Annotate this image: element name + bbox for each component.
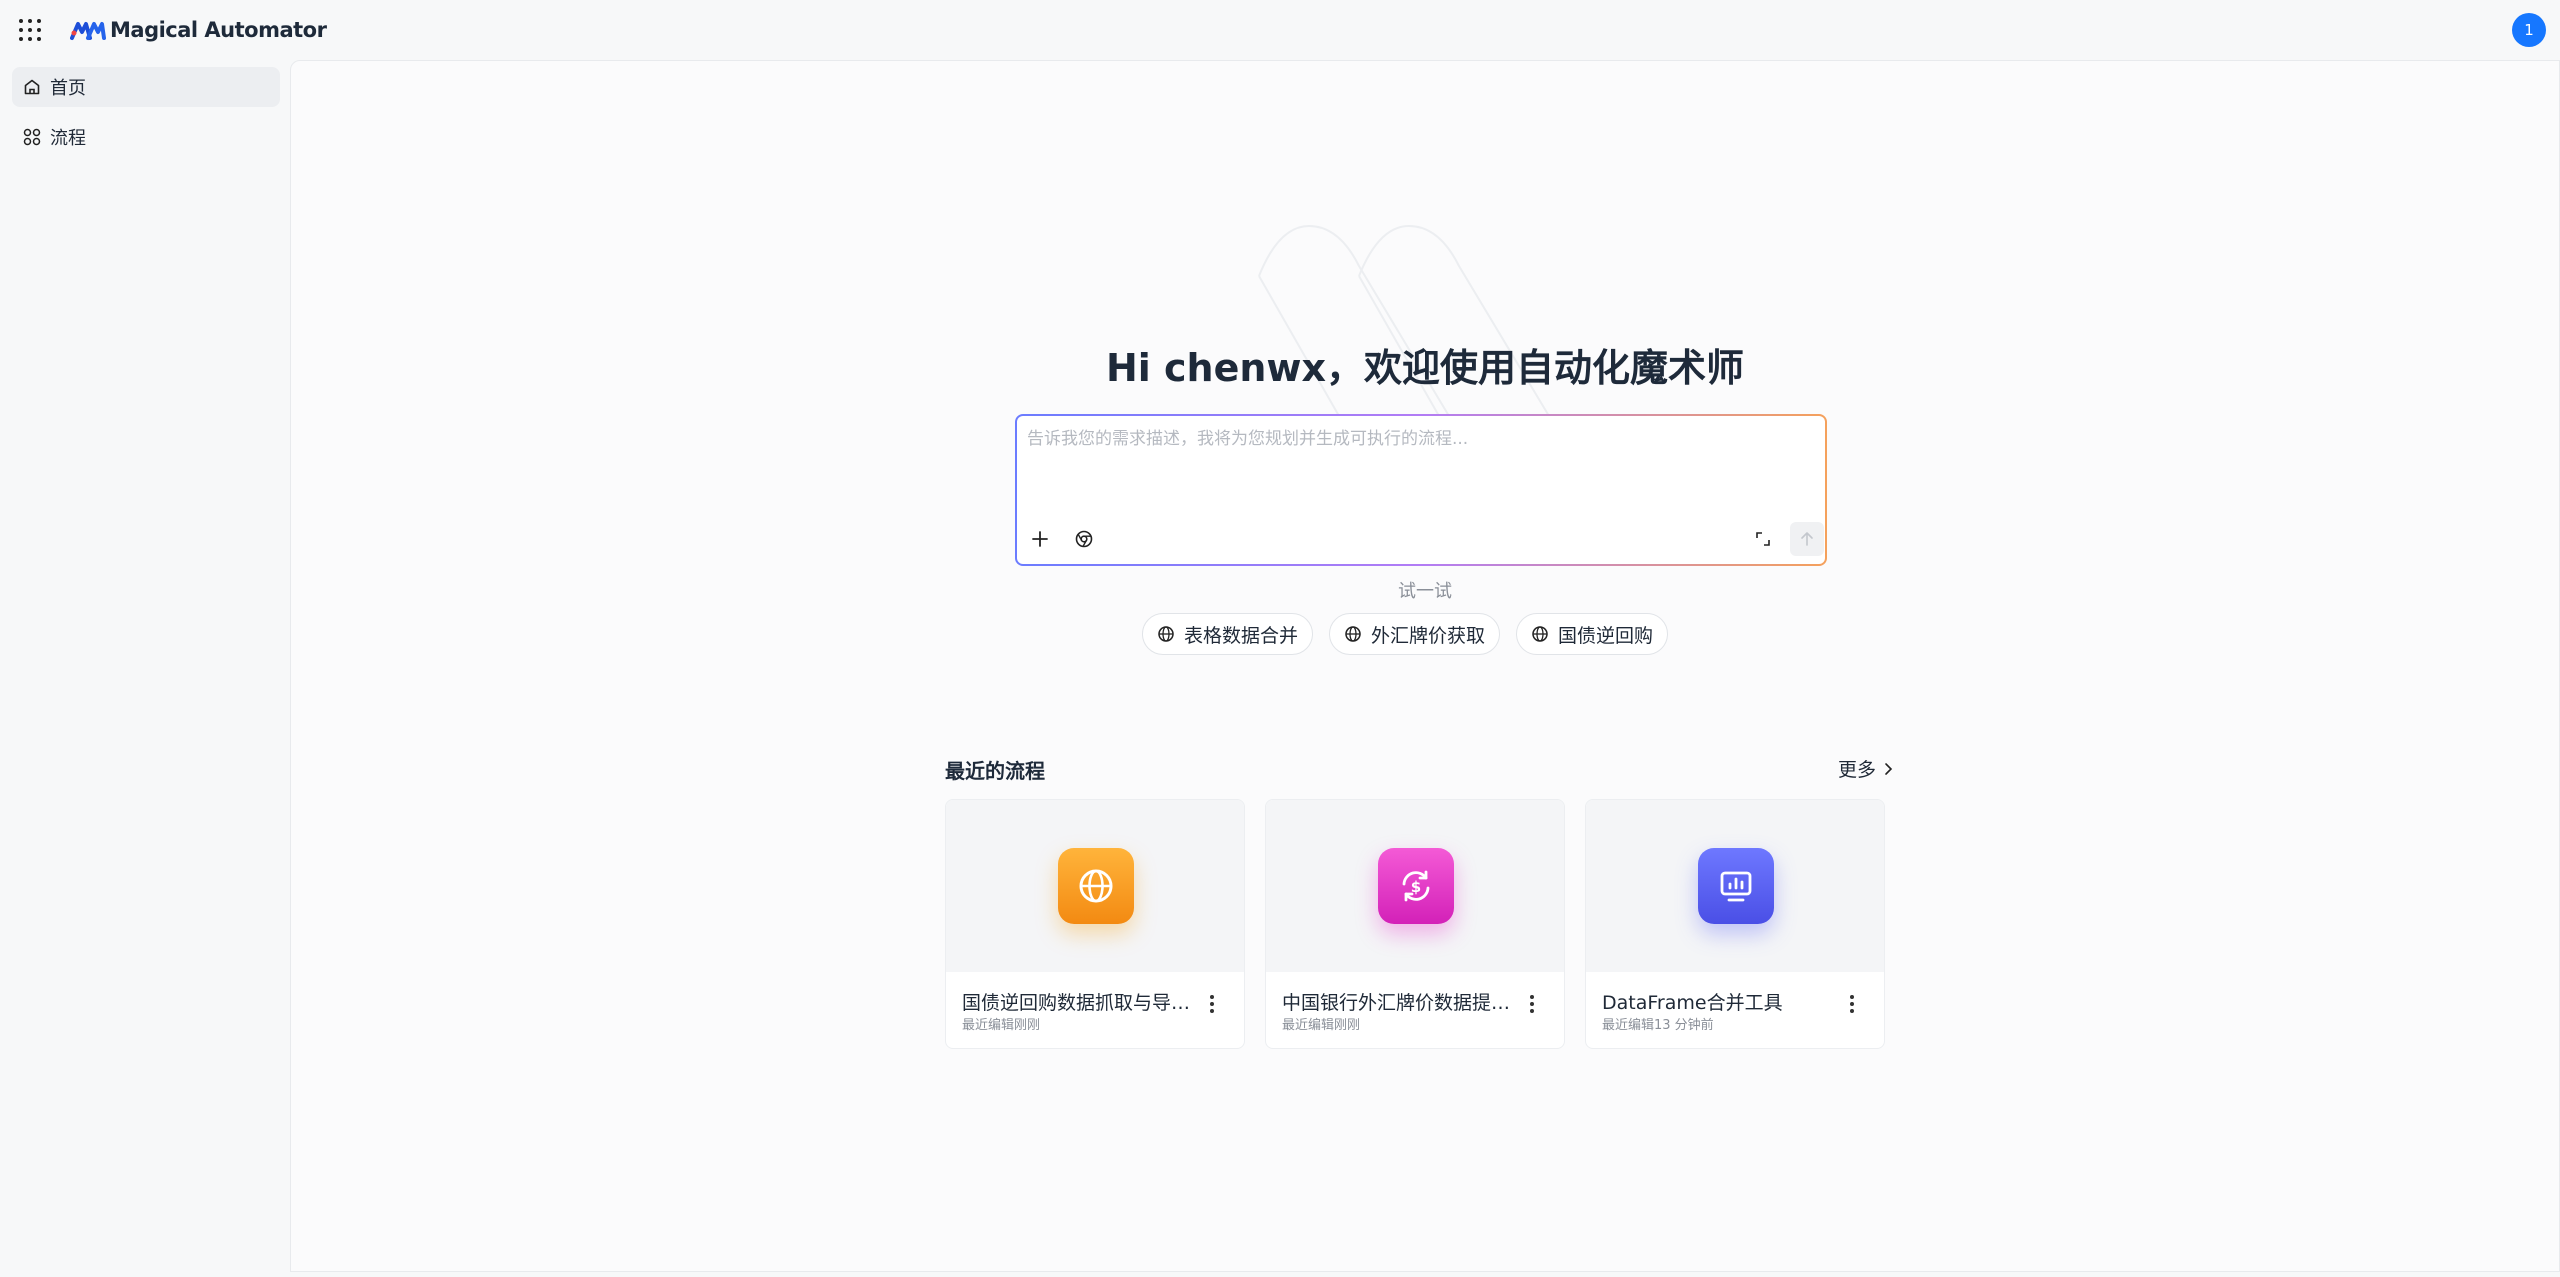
globe-icon (1345, 626, 1361, 642)
card-title: DataFrame合并工具 (1602, 992, 1783, 1014)
expand-button[interactable] (1748, 524, 1778, 554)
suggestion-label: 外汇牌价获取 (1371, 624, 1486, 647)
suggestion-chips: 表格数据合并 外汇牌价获取 国债逆回购 (1142, 613, 1669, 655)
chevron-right-icon (1885, 762, 1893, 775)
card-title: 中国银行外汇牌价数据提取... (1282, 992, 1512, 1014)
sidebar-item-home[interactable]: 首页 (12, 67, 280, 107)
dashboard-monitor-icon (1698, 848, 1774, 924)
brand-name: Magical Automator (110, 18, 327, 42)
globe-icon (1158, 626, 1174, 642)
card-subtitle: 最近编辑刚刚 (962, 1018, 1041, 1033)
more-label: 更多 (1838, 759, 1877, 781)
brand[interactable]: Magical Automator (70, 16, 327, 44)
try-label: 试一试 (1398, 581, 1452, 602)
prompt-box (1015, 414, 1827, 566)
card-thumbnail (946, 800, 1244, 972)
more-options-icon[interactable] (1200, 992, 1224, 1016)
prompt-inner (1017, 416, 1825, 564)
globe-icon (1532, 626, 1548, 642)
more-options-icon[interactable] (1520, 992, 1544, 1016)
recent-flows-title: 最近的流程 (945, 759, 1045, 783)
apps-grid-icon (23, 128, 41, 146)
recent-flow-card[interactable]: DataFrame合并工具 最近编辑13 分钟前 (1585, 799, 1885, 1049)
globe-icon (1058, 848, 1134, 924)
currency-exchange-icon: $ (1378, 848, 1454, 924)
plus-icon (1032, 531, 1048, 547)
card-subtitle: 最近编辑13 分钟前 (1602, 1018, 1714, 1033)
sidebar: 首页 流程 (0, 60, 290, 1277)
card-thumbnail: $ (1266, 800, 1564, 972)
recent-flow-card[interactable]: 国债逆回购数据抓取与导出... 最近编辑刚刚 (945, 799, 1245, 1049)
arrow-up-icon (1801, 532, 1813, 546)
top-bar: Magical Automator 1 (0, 0, 2560, 60)
prompt-input[interactable] (1027, 424, 1807, 514)
chrome-icon (1075, 530, 1093, 548)
sidebar-item-label: 流程 (50, 128, 86, 149)
more-link[interactable]: 更多 (1838, 755, 1896, 782)
suggestion-chip[interactable]: 国债逆回购 (1516, 613, 1669, 655)
suggestion-chip[interactable]: 表格数据合并 (1142, 613, 1314, 655)
app-launcher-icon[interactable] (18, 18, 42, 42)
brand-logo-icon (70, 22, 106, 40)
card-thumbnail (1586, 800, 1884, 972)
sidebar-item-label: 首页 (50, 78, 86, 99)
user-avatar[interactable]: 1 (2512, 13, 2546, 47)
expand-icon (1756, 532, 1770, 546)
card-title: 国债逆回购数据抓取与导出... (962, 992, 1192, 1014)
suggestion-chip[interactable]: 外汇牌价获取 (1329, 613, 1501, 655)
suggestion-label: 表格数据合并 (1184, 624, 1299, 647)
recent-flow-card[interactable]: $ 中国银行外汇牌价数据提取... 最近编辑刚刚 (1265, 799, 1565, 1049)
main-panel: Hi chenwx，欢迎使用自动化魔术师 告诉我您的需求描述，我将为您规划并生成… (290, 60, 2560, 1272)
more-options-icon[interactable] (1840, 992, 1864, 1016)
browser-mode-button[interactable] (1069, 524, 1099, 554)
sidebar-item-flows[interactable]: 流程 (12, 117, 280, 157)
send-button[interactable] (1790, 522, 1824, 556)
welcome-heading: Hi chenwx，欢迎使用自动化魔术师 (1105, 346, 1745, 390)
svg-text:$: $ (1411, 878, 1421, 896)
suggestion-label: 国债逆回购 (1558, 624, 1654, 647)
card-subtitle: 最近编辑刚刚 (1282, 1018, 1361, 1033)
add-attachment-button[interactable] (1025, 524, 1055, 554)
home-icon (24, 79, 40, 95)
